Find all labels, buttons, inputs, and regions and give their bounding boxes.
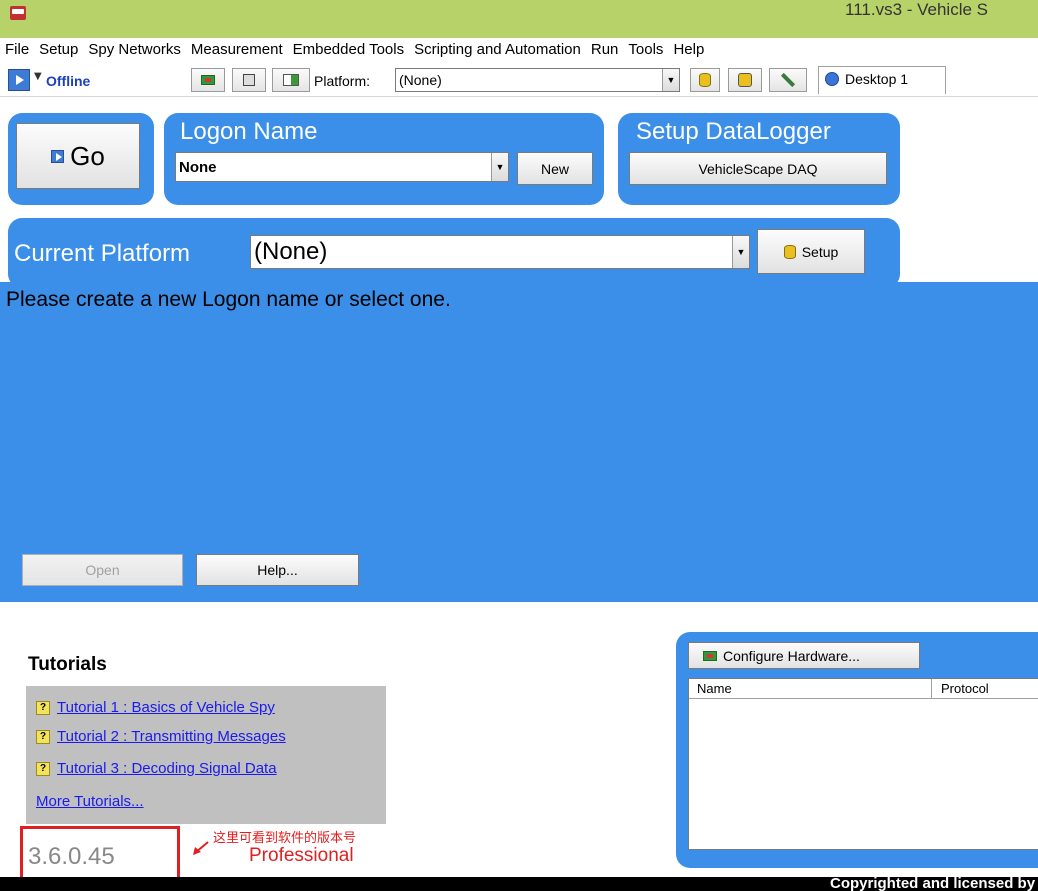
menu-measurement[interactable]: Measurement (186, 41, 288, 58)
open-button[interactable]: Open (22, 554, 183, 586)
configure-hardware-label: Configure Hardware... (723, 647, 860, 664)
current-platform-selected: (None) (254, 238, 328, 265)
hardware-table[interactable]: Name Protocol (688, 678, 1038, 850)
title-bar: 111.vs3 - Vehicle S (0, 0, 1038, 38)
wrench-icon (780, 72, 796, 88)
save-button[interactable] (232, 68, 266, 92)
logon-dropdown[interactable]: None ▼ (175, 152, 509, 182)
logon-title: Logon Name (180, 118, 318, 145)
current-platform-dropdown[interactable]: (None) ▼ (250, 235, 750, 269)
play-icon[interactable] (8, 69, 30, 91)
desktop-tab-label: Desktop 1 (845, 71, 909, 87)
menu-file[interactable]: File (0, 41, 34, 58)
tutorial-link[interactable]: Tutorial 3 : Decoding Signal Data (57, 760, 277, 777)
column-header-protocol[interactable]: Protocol (941, 681, 989, 696)
go-button[interactable]: Go (16, 123, 140, 189)
play-icon (51, 149, 65, 163)
menu-run[interactable]: Run (586, 41, 624, 58)
database-icon (783, 244, 796, 259)
new-logon-button[interactable]: New (517, 152, 593, 185)
menu-spy-networks[interactable]: Spy Networks (83, 41, 186, 58)
help-question-icon: ? (36, 761, 50, 776)
platform-dropdown[interactable]: (None) ▼ (395, 68, 680, 92)
floppy-icon (243, 74, 255, 86)
configure-hardware-button[interactable]: Configure Hardware... (688, 642, 920, 669)
help-question-icon: ? (36, 729, 50, 744)
app-icon[interactable] (10, 6, 26, 20)
logon-selected: None (179, 159, 217, 176)
list-item[interactable]: ? Tutorial 3 : Decoding Signal Data (36, 760, 277, 777)
list-item[interactable]: ? Tutorial 2 : Transmitting Messages (36, 728, 286, 745)
platform-value: (None) (399, 72, 442, 88)
datalogger-title: Setup DataLogger (636, 118, 831, 145)
database-button[interactable] (690, 68, 720, 92)
hardware-button[interactable] (191, 68, 225, 92)
column-divider[interactable] (931, 679, 932, 699)
list-item[interactable]: ? Tutorial 1 : Basics of Vehicle Spy (36, 699, 275, 716)
version-annotation: 这里可看到软件的版本号 (213, 831, 357, 846)
tutorials-list: ? Tutorial 1 : Basics of Vehicle Spy ? T… (26, 686, 386, 824)
online-status: Offline (46, 73, 91, 89)
tutorial-link[interactable]: Tutorial 2 : Transmitting Messages (57, 728, 286, 745)
chevron-down-icon[interactable]: ▼ (491, 153, 508, 181)
edition-label: Professional (249, 845, 354, 866)
editor-icon (283, 74, 299, 86)
database-icon (699, 73, 711, 87)
window-title: 111.vs3 - Vehicle S (845, 0, 989, 19)
setup-label: Setup (801, 243, 839, 260)
annotation-arrow-icon (193, 841, 209, 855)
vehiclescape-daq-button[interactable]: VehicleScape DAQ (629, 152, 887, 185)
desktop-icon (825, 72, 839, 86)
help-button[interactable]: Help... (196, 554, 359, 586)
copyright-text: Copyrighted and licensed by Intrepid Co (830, 877, 1038, 891)
menu-help[interactable]: Help (668, 41, 709, 58)
database-edit-icon (738, 73, 752, 87)
footer-bar: Copyrighted and licensed by Intrepid Co (0, 877, 1038, 891)
tutorial-link[interactable]: Tutorial 1 : Basics of Vehicle Spy (57, 699, 275, 716)
menu-tools[interactable]: Tools (623, 41, 668, 58)
menu-scripting-automation[interactable]: Scripting and Automation (409, 41, 586, 58)
help-question-icon: ? (36, 700, 50, 715)
menu-setup[interactable]: Setup (34, 41, 83, 58)
more-tutorials-link[interactable]: More Tutorials... (36, 793, 144, 810)
chevron-down-icon[interactable]: ▼ (662, 69, 679, 91)
platform-editor-button[interactable] (272, 68, 310, 92)
chevron-down-icon[interactable]: ▼ (732, 236, 749, 268)
table-header: Name Protocol (689, 679, 1038, 699)
platform-setup-button[interactable]: Setup (757, 229, 865, 274)
version-highlight-box: 3.6.0.45 (20, 826, 180, 880)
logon-message: Please create a new Logon name or select… (6, 288, 451, 311)
menu-bar: File Setup Spy Networks Measurement Embe… (0, 38, 1038, 60)
go-label: Go (70, 140, 105, 171)
column-header-name[interactable]: Name (697, 681, 732, 696)
menu-embedded-tools[interactable]: Embedded Tools (288, 41, 409, 58)
version-number: 3.6.0.45 (28, 843, 115, 870)
hardware-chip-icon (201, 75, 215, 85)
dropdown-arrow-icon[interactable]: ▼ (34, 71, 42, 82)
database-edit-button[interactable] (728, 68, 762, 92)
current-platform-title: Current Platform (14, 240, 191, 267)
tutorials-heading: Tutorials (28, 654, 107, 675)
hardware-chip-icon (703, 650, 717, 661)
platform-label: Platform: (314, 73, 371, 89)
tab-desktop-1[interactable]: Desktop 1 (818, 66, 946, 94)
tools-button[interactable] (769, 68, 807, 92)
